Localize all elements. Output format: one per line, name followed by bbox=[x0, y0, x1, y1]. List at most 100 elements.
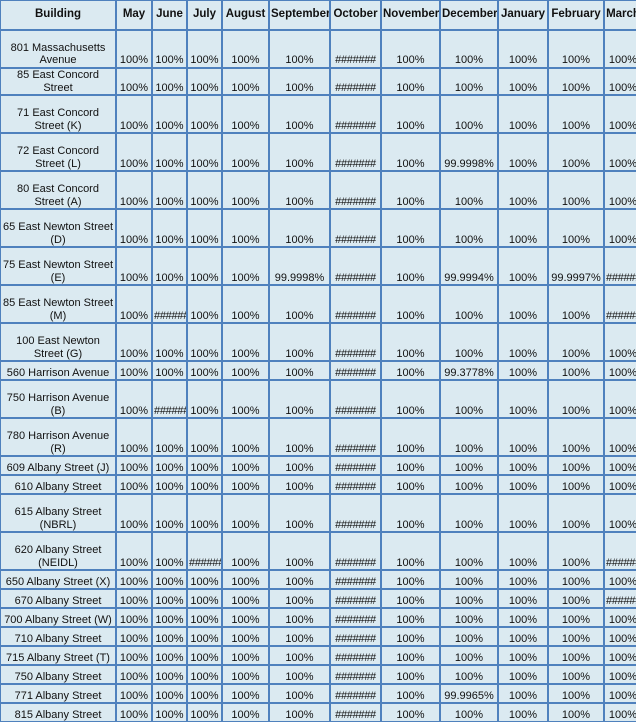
uptime-cell[interactable]: 99.9994% bbox=[440, 247, 498, 286]
building-name-cell[interactable]: 610 Albany Street bbox=[0, 475, 116, 495]
uptime-cell[interactable]: 100% bbox=[152, 627, 187, 647]
uptime-cell[interactable]: 100% bbox=[548, 285, 604, 324]
uptime-cell[interactable]: ####### bbox=[330, 570, 381, 590]
uptime-cell[interactable]: 100% bbox=[116, 703, 152, 722]
uptime-cell[interactable]: 100% bbox=[440, 608, 498, 628]
building-name-cell[interactable]: 650 Albany Street (X) bbox=[0, 570, 116, 590]
uptime-cell[interactable]: 100% bbox=[187, 494, 222, 533]
uptime-cell[interactable]: 100% bbox=[381, 171, 440, 210]
col-header-june[interactable]: June bbox=[152, 0, 187, 30]
uptime-cell[interactable]: 100% bbox=[116, 95, 152, 134]
uptime-cell[interactable]: 100% bbox=[222, 95, 269, 134]
uptime-cell[interactable]: 100% bbox=[548, 608, 604, 628]
uptime-cell[interactable]: 100% bbox=[116, 418, 152, 457]
uptime-cell[interactable]: 100% bbox=[116, 570, 152, 590]
uptime-cell[interactable]: 100% bbox=[498, 171, 548, 210]
uptime-cell[interactable]: ####### bbox=[330, 361, 381, 381]
uptime-cell[interactable]: 100% bbox=[604, 171, 636, 210]
uptime-cell[interactable]: 100% bbox=[381, 323, 440, 362]
uptime-cell[interactable]: ####### bbox=[330, 627, 381, 647]
building-name-cell[interactable]: 715 Albany Street (T) bbox=[0, 646, 116, 666]
uptime-cell[interactable]: 100% bbox=[116, 361, 152, 381]
uptime-cell[interactable]: 100% bbox=[152, 209, 187, 248]
uptime-cell[interactable]: 100% bbox=[269, 30, 330, 68]
uptime-cell[interactable]: 100% bbox=[381, 247, 440, 286]
uptime-cell[interactable]: 100% bbox=[222, 68, 269, 96]
uptime-cell[interactable]: 100% bbox=[116, 475, 152, 495]
uptime-cell[interactable]: 100% bbox=[381, 380, 440, 419]
uptime-cell[interactable]: 100% bbox=[116, 627, 152, 647]
building-name-cell[interactable]: 750 Albany Street bbox=[0, 665, 116, 685]
uptime-cell[interactable]: 100% bbox=[187, 627, 222, 647]
uptime-cell[interactable]: ####### bbox=[330, 247, 381, 286]
uptime-cell[interactable]: 100% bbox=[548, 361, 604, 381]
uptime-cell[interactable]: 100% bbox=[222, 589, 269, 609]
uptime-cell[interactable]: 100% bbox=[269, 703, 330, 722]
uptime-cell[interactable]: 100% bbox=[269, 627, 330, 647]
uptime-cell[interactable]: ####### bbox=[330, 475, 381, 495]
uptime-cell[interactable]: 100% bbox=[269, 665, 330, 685]
uptime-cell[interactable]: 100% bbox=[222, 608, 269, 628]
uptime-cell[interactable]: 100% bbox=[604, 608, 636, 628]
col-header-november[interactable]: November bbox=[381, 0, 440, 30]
uptime-cell[interactable]: 100% bbox=[222, 133, 269, 172]
uptime-cell[interactable]: 100% bbox=[604, 456, 636, 476]
uptime-cell[interactable]: 100% bbox=[116, 589, 152, 609]
uptime-cell[interactable]: 100% bbox=[152, 684, 187, 704]
uptime-cell[interactable]: 100% bbox=[440, 627, 498, 647]
uptime-cell[interactable]: 100% bbox=[548, 323, 604, 362]
col-header-march[interactable]: March bbox=[604, 0, 636, 30]
uptime-cell[interactable]: 100% bbox=[187, 646, 222, 666]
uptime-cell[interactable]: 100% bbox=[187, 285, 222, 324]
uptime-cell[interactable]: 100% bbox=[381, 684, 440, 704]
uptime-cell[interactable]: 100% bbox=[269, 380, 330, 419]
col-header-february[interactable]: February bbox=[548, 0, 604, 30]
uptime-cell[interactable]: 100% bbox=[381, 608, 440, 628]
uptime-cell[interactable]: 100% bbox=[604, 30, 636, 68]
uptime-cell[interactable]: 100% bbox=[604, 209, 636, 248]
building-name-cell[interactable]: 85 East Newton Street (M) bbox=[0, 285, 116, 324]
uptime-cell[interactable]: 100% bbox=[440, 285, 498, 324]
uptime-cell[interactable]: 100% bbox=[498, 285, 548, 324]
uptime-cell[interactable]: 100% bbox=[187, 665, 222, 685]
building-name-cell[interactable]: 700 Albany Street (W) bbox=[0, 608, 116, 628]
uptime-cell[interactable]: 100% bbox=[152, 68, 187, 96]
uptime-cell[interactable]: 100% bbox=[116, 380, 152, 419]
uptime-cell[interactable]: 100% bbox=[187, 323, 222, 362]
uptime-cell[interactable]: ###### bbox=[152, 380, 187, 419]
uptime-cell[interactable]: ####### bbox=[330, 456, 381, 476]
uptime-cell[interactable]: 100% bbox=[381, 456, 440, 476]
uptime-cell[interactable]: 100% bbox=[548, 589, 604, 609]
uptime-cell[interactable]: 100% bbox=[498, 665, 548, 685]
uptime-cell[interactable]: 100% bbox=[187, 380, 222, 419]
uptime-cell[interactable]: 100% bbox=[187, 418, 222, 457]
uptime-cell[interactable]: 100% bbox=[498, 684, 548, 704]
uptime-cell[interactable]: 100% bbox=[222, 285, 269, 324]
uptime-cell[interactable]: 100% bbox=[269, 95, 330, 134]
uptime-cell[interactable]: 100% bbox=[604, 570, 636, 590]
uptime-cell[interactable]: 100% bbox=[440, 68, 498, 96]
uptime-cell[interactable]: 100% bbox=[381, 133, 440, 172]
uptime-cell[interactable]: 100% bbox=[222, 532, 269, 571]
uptime-cell[interactable]: 100% bbox=[222, 171, 269, 210]
uptime-cell[interactable]: 100% bbox=[381, 532, 440, 571]
uptime-cell[interactable]: 100% bbox=[381, 95, 440, 134]
uptime-cell[interactable]: 100% bbox=[440, 418, 498, 457]
uptime-cell[interactable]: 100% bbox=[498, 646, 548, 666]
building-name-cell[interactable]: 801 Massachusetts Avenue bbox=[0, 30, 116, 68]
building-name-cell[interactable]: 670 Albany Street bbox=[0, 589, 116, 609]
uptime-cell[interactable]: 100% bbox=[498, 475, 548, 495]
uptime-cell[interactable]: 99.9998% bbox=[269, 247, 330, 286]
uptime-cell[interactable]: 100% bbox=[548, 30, 604, 68]
uptime-cell[interactable]: 100% bbox=[116, 68, 152, 96]
uptime-cell[interactable]: 100% bbox=[152, 95, 187, 134]
uptime-cell[interactable]: 100% bbox=[116, 532, 152, 571]
uptime-cell[interactable]: 100% bbox=[116, 285, 152, 324]
uptime-cell[interactable]: 100% bbox=[116, 323, 152, 362]
uptime-cell[interactable]: ####### bbox=[330, 418, 381, 457]
uptime-cell[interactable]: 100% bbox=[187, 684, 222, 704]
building-name-cell[interactable]: 710 Albany Street bbox=[0, 627, 116, 647]
uptime-cell[interactable]: 100% bbox=[187, 133, 222, 172]
building-name-cell[interactable]: 75 East Newton Street (E) bbox=[0, 247, 116, 286]
uptime-cell[interactable]: 100% bbox=[440, 30, 498, 68]
